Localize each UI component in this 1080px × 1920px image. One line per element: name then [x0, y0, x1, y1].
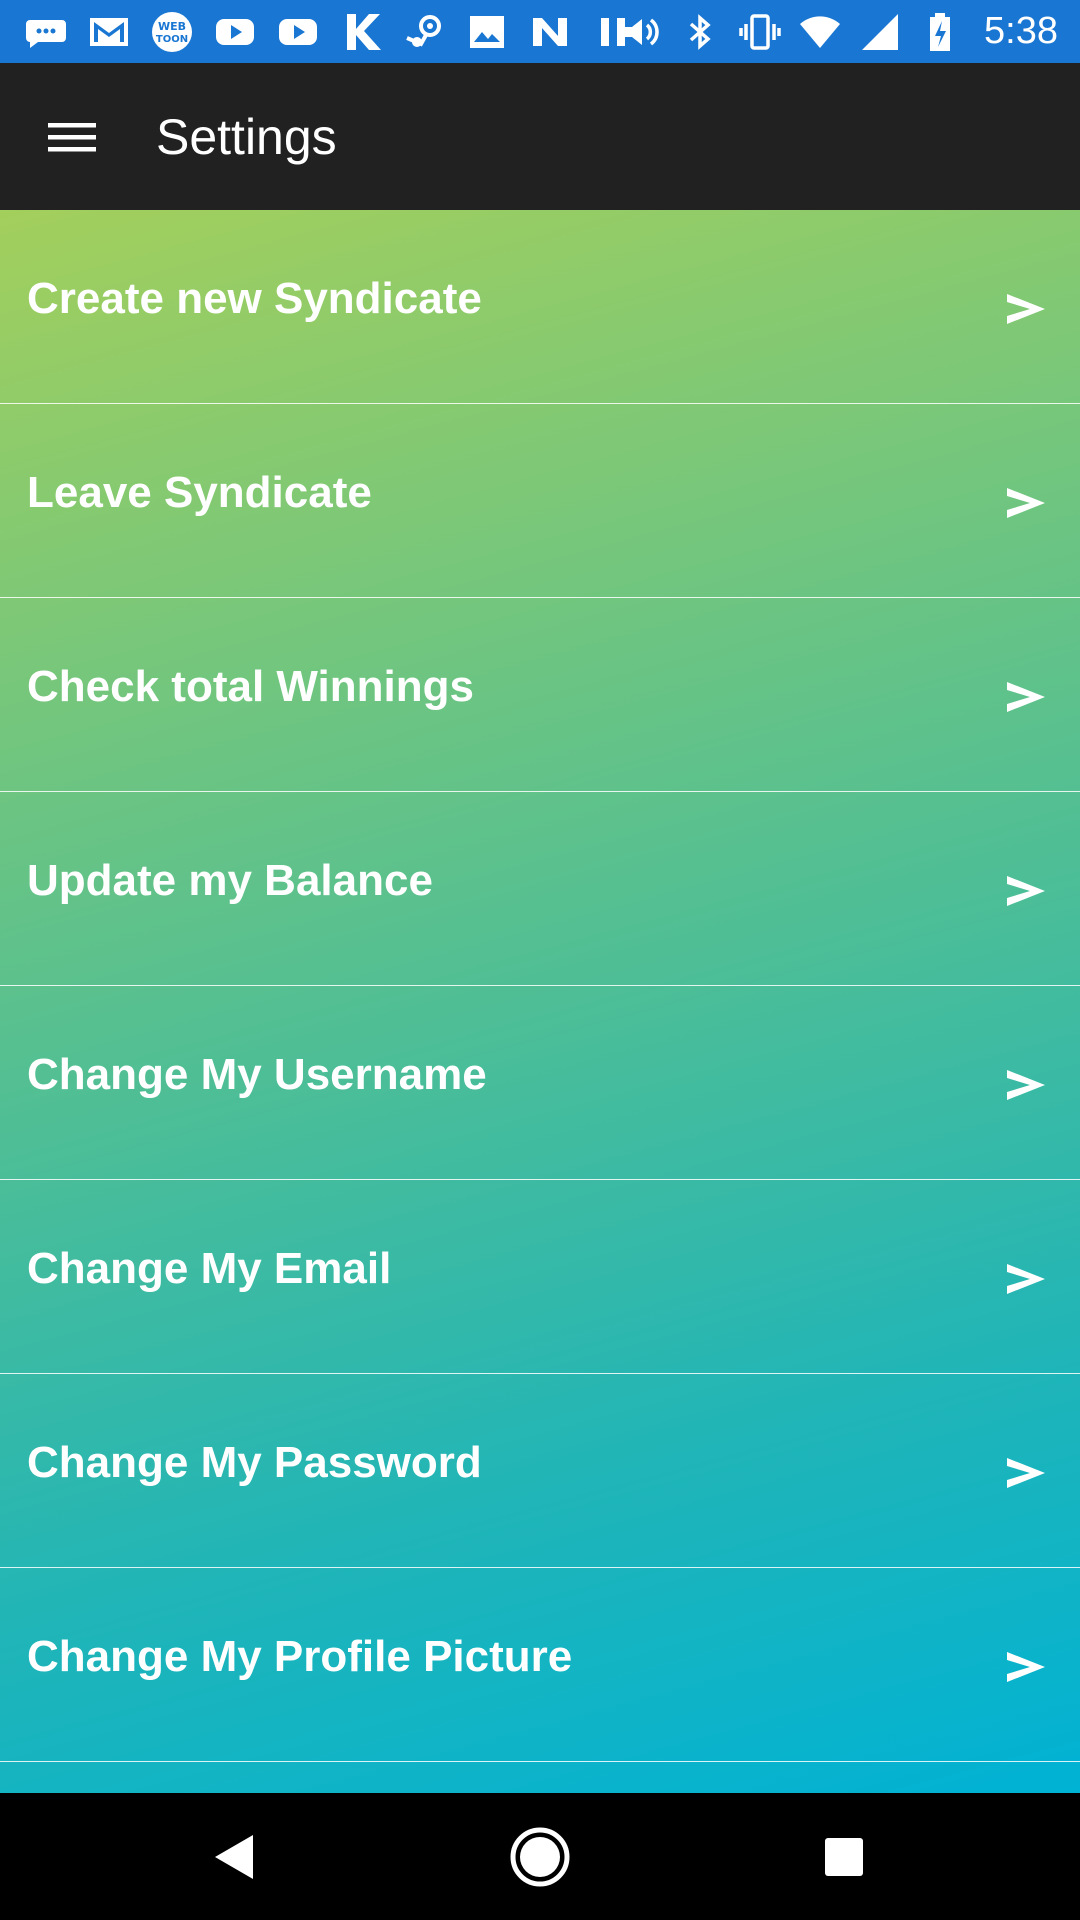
settings-item-label: Create new Syndicate	[27, 274, 482, 323]
chevron-right-icon	[1002, 1254, 1050, 1304]
settings-screen: WEB TOON 5:38 Settings Create new Syndic…	[0, 0, 1080, 1920]
page-title: Settings	[156, 108, 337, 165]
k-app-icon	[339, 10, 383, 54]
chevron-right-icon	[1002, 478, 1050, 528]
settings-item-change-profile-picture[interactable]: Change My Profile Picture	[0, 1568, 1080, 1762]
home-icon	[510, 1827, 570, 1887]
youtube-icon	[213, 10, 257, 54]
svg-text:TOON: TOON	[156, 34, 188, 45]
bluetooth-icon	[678, 10, 722, 54]
chevron-right-icon	[1002, 672, 1050, 722]
settings-list: Create new Syndicate Leave Syndicate Che…	[0, 210, 1080, 1793]
hamburger-menu-icon	[48, 122, 96, 151]
settings-item-label: Change My Email	[27, 1244, 392, 1293]
signal-icon	[858, 10, 902, 54]
back-icon	[215, 1835, 253, 1879]
battery-charging-icon	[918, 10, 962, 54]
settings-item-change-email[interactable]: Change My Email	[0, 1180, 1080, 1374]
chevron-right-icon	[1002, 866, 1050, 916]
wifi-icon	[798, 10, 842, 54]
chevron-right-icon	[1002, 1642, 1050, 1692]
settings-item-label: Leave Syndicate	[27, 468, 372, 517]
chevron-right-icon	[1002, 1060, 1050, 1110]
recents-icon	[825, 1838, 863, 1876]
settings-item-change-username[interactable]: Change My Username	[0, 986, 1080, 1180]
system-icons: 5:38	[618, 0, 1058, 63]
image-icon	[465, 10, 509, 54]
recents-button[interactable]	[806, 1819, 882, 1895]
settings-item-label: Change My Password	[27, 1438, 482, 1487]
app-bar: Settings	[0, 63, 1080, 210]
n-app-icon	[528, 10, 572, 54]
chevron-right-icon	[1002, 284, 1050, 334]
webtoon-icon: WEB TOON	[150, 10, 194, 54]
settings-item-label: Check total Winnings	[27, 662, 474, 711]
settings-item-label: Change My Profile Picture	[27, 1632, 573, 1681]
volume-icon	[618, 10, 662, 54]
steam-icon	[402, 10, 446, 54]
menu-button[interactable]	[44, 109, 100, 165]
chat-icon	[24, 10, 68, 54]
settings-item-update-balance[interactable]: Update my Balance	[0, 792, 1080, 986]
clock: 5:38	[984, 10, 1058, 52]
youtube-icon	[276, 10, 320, 54]
home-button[interactable]	[502, 1819, 578, 1895]
notification-icons: WEB TOON	[0, 10, 635, 54]
settings-item-create-syndicate[interactable]: Create new Syndicate	[0, 210, 1080, 404]
back-button[interactable]	[197, 1819, 273, 1895]
vibrate-icon	[738, 10, 782, 54]
settings-item-label: Update my Balance	[27, 856, 433, 905]
chevron-right-icon	[1002, 1448, 1050, 1498]
settings-item-label: Change My Username	[27, 1050, 487, 1099]
settings-item-check-winnings[interactable]: Check total Winnings	[0, 598, 1080, 792]
settings-item-change-password[interactable]: Change My Password	[0, 1374, 1080, 1568]
gmail-icon	[87, 10, 131, 54]
navigation-bar	[0, 1793, 1080, 1920]
status-bar: WEB TOON 5:38	[0, 0, 1080, 63]
settings-item-leave-syndicate[interactable]: Leave Syndicate	[0, 404, 1080, 598]
svg-text:WEB: WEB	[158, 20, 186, 33]
